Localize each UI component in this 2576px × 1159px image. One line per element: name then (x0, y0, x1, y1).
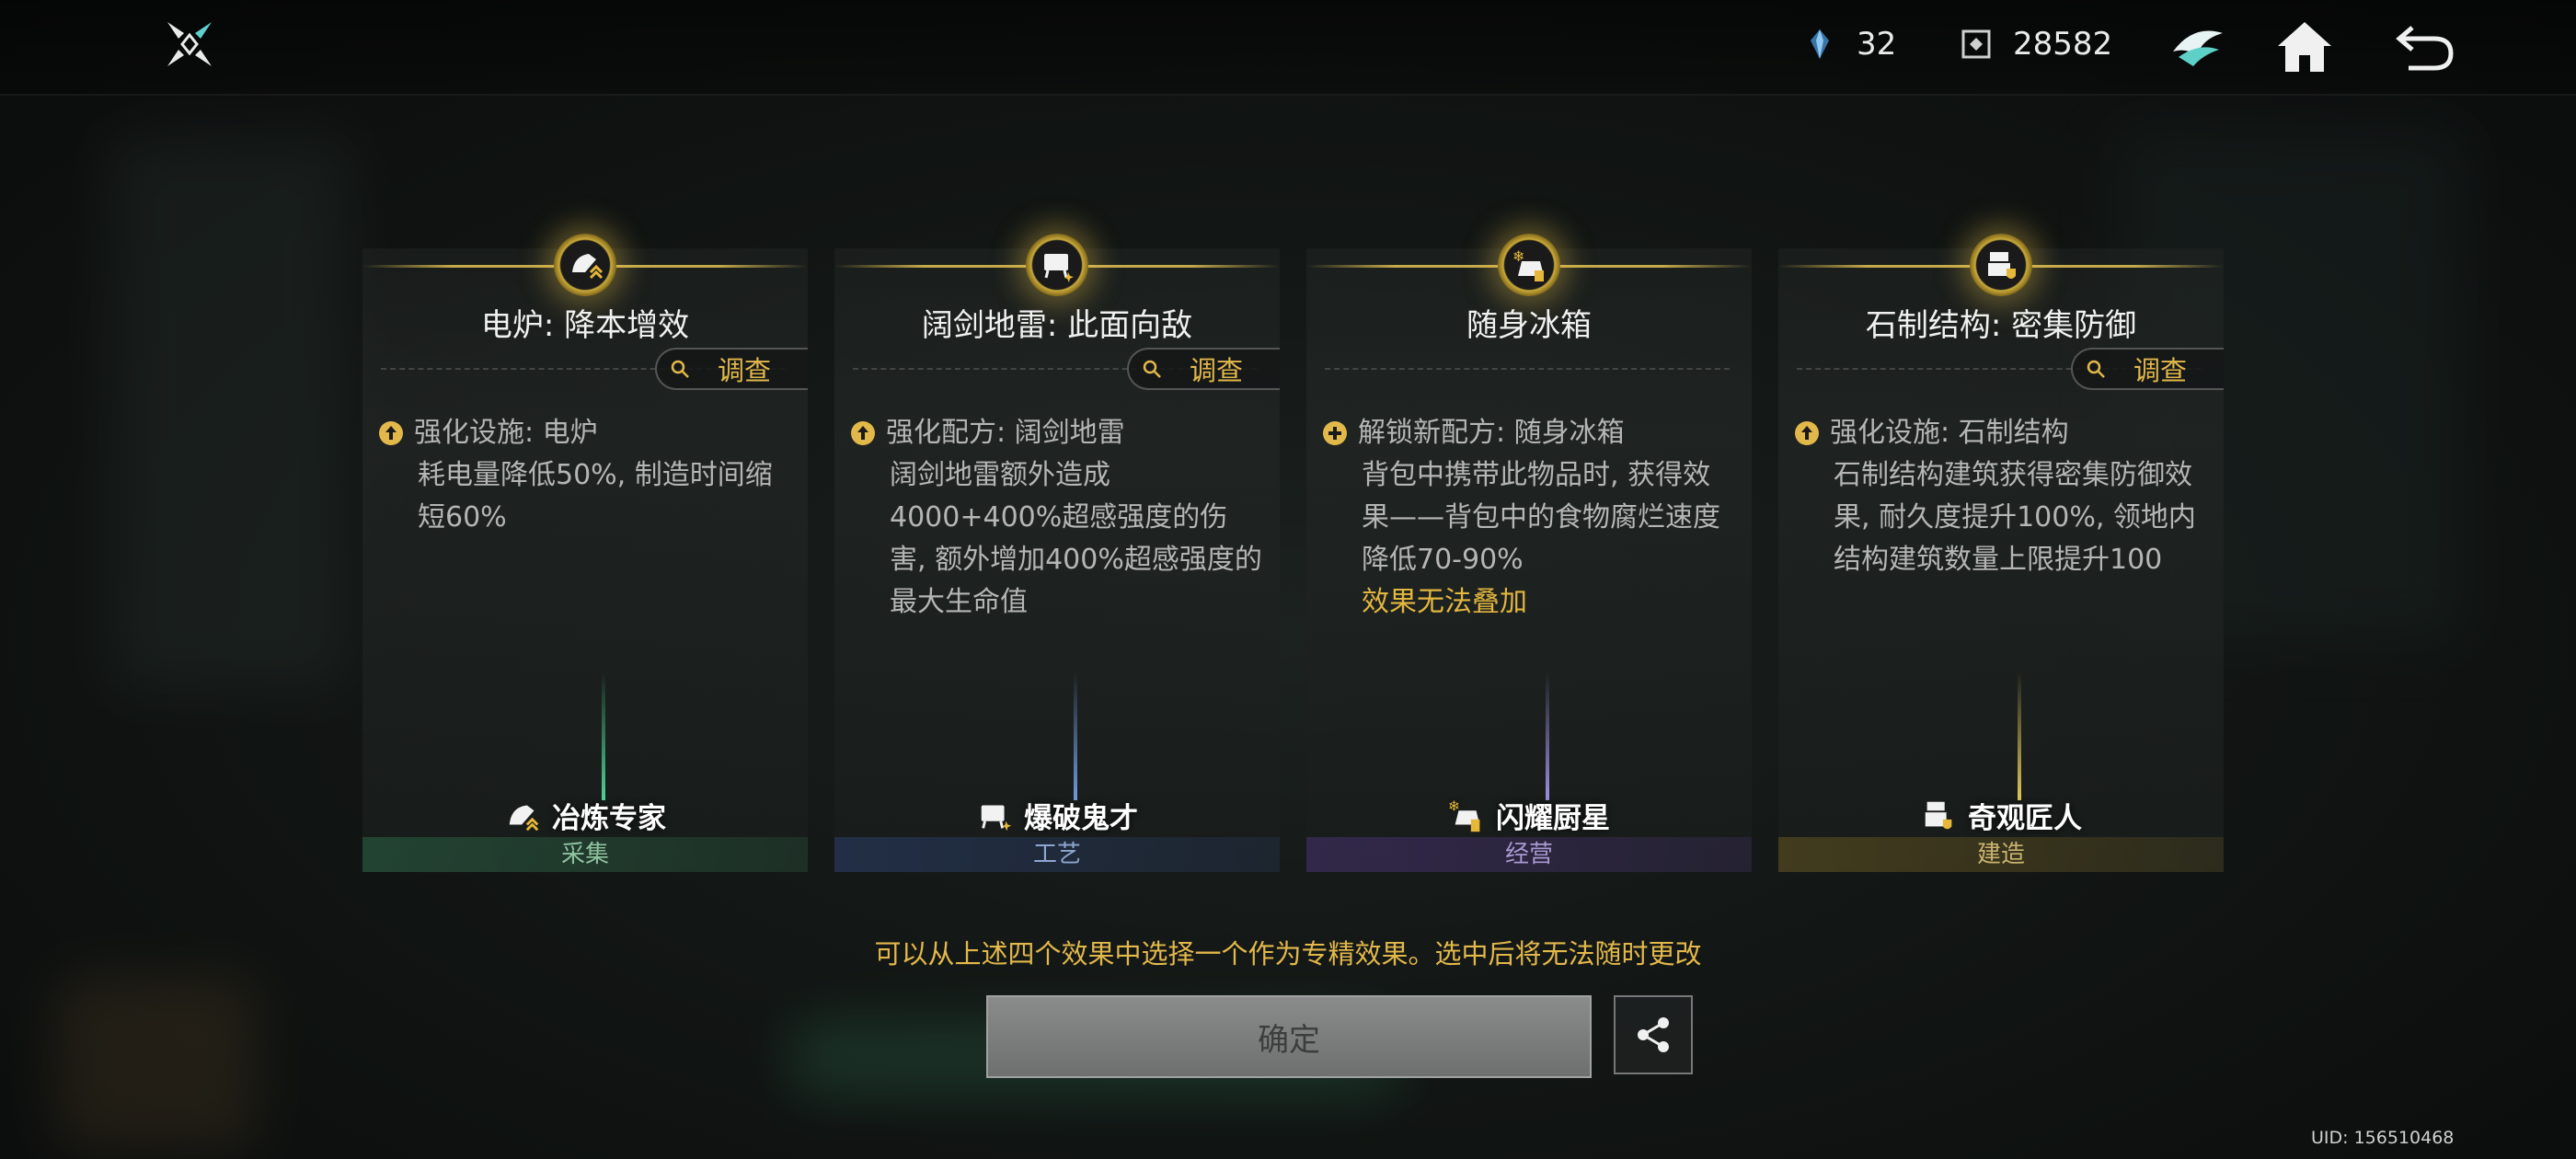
card-title: 电炉: 降本增效 (480, 307, 690, 344)
card-title: 阔剑地雷: 此面向敌 (921, 307, 1193, 344)
fridge-icon: ❄ (1448, 798, 1480, 832)
category-label: 建造 (1778, 837, 2224, 872)
card-description: 强化设施: 电炉 耗电量降低50%, 制造时间缩短60% (377, 412, 791, 539)
token-icon (1961, 29, 1991, 59)
search-icon (1143, 360, 1161, 378)
investigate-button[interactable]: 调查 (655, 348, 808, 390)
selection-notice: 可以从上述四个效果中选择一个作为专精效果。选中后将无法随时更改 (874, 938, 1702, 970)
card-medal: ❄ (1498, 234, 1560, 296)
specialist-title: ❄ 闪耀厨星 (1448, 797, 1610, 835)
mine-icon (1044, 254, 1074, 282)
upgrade-icon (851, 421, 875, 445)
category-label: 经营 (1306, 837, 1752, 872)
game-logo-icon[interactable] (162, 17, 217, 72)
user-id: UID: 156510468 (2311, 1128, 2455, 1148)
background-panel (55, 975, 258, 1150)
card-description: 强化设施: 石制结构 石制结构建筑获得密集防御效果, 耐久度提升100%, 领地… (1793, 412, 2207, 581)
stone-block-icon (1988, 252, 2016, 279)
light-beam (602, 671, 605, 800)
light-beam (1074, 671, 1077, 800)
back-icon[interactable] (2392, 15, 2456, 79)
specialist-title: 爆破鬼才 (834, 795, 1280, 836)
effect-warning: 效果无法叠加 (1362, 586, 1527, 618)
investigate-label: 调查 (718, 355, 772, 386)
effect-head: 强化配方: 阔剑地雷 (886, 417, 1125, 449)
effect-body: 耗电量降低50%, 制造时间缩短60% (418, 459, 773, 534)
card-medal (1970, 234, 2032, 296)
unlock-icon (1323, 421, 1347, 445)
effect-card-fridge[interactable]: ❄ 随身冰箱 解锁新配方: 随身冰箱 背包中携带此物品时, 获得效果——背包中的… (1306, 234, 1752, 872)
confirm-button[interactable]: 确定 (986, 995, 1592, 1078)
card-description: 解锁新配方: 随身冰箱 背包中携带此物品时, 获得效果——背包中的食物腐烂速度降… (1321, 412, 1735, 624)
effect-body: 石制结构建筑获得密集防御效果, 耐久度提升100%, 领地内结构建筑数量上限提升… (1834, 459, 2196, 576)
mine-icon (981, 805, 1012, 831)
fridge-icon: ❄ (1512, 247, 1544, 281)
category-label: 工艺 (834, 837, 1280, 872)
background-panel (110, 138, 350, 690)
card-title: 石制结构: 密集防御 (1865, 307, 2137, 344)
effect-card-stone-structure[interactable]: 石制结构: 密集防御 调查 强化设施: 石制结构 石制结构建筑获得密集防御效果,… (1778, 234, 2224, 872)
furnace-icon (572, 254, 604, 280)
investigate-button[interactable]: 调查 (1127, 348, 1280, 390)
effect-head: 强化设施: 石制结构 (1830, 417, 2069, 449)
upgrade-icon (1795, 421, 1819, 445)
crystal-count: 32 (1857, 26, 1897, 63)
category-label: 采集 (362, 837, 808, 872)
specialist-title: 冶炼专家 (362, 795, 808, 836)
share-button[interactable] (1614, 995, 1693, 1074)
token-counter: 28582 (1958, 26, 2112, 63)
card-medal (554, 234, 616, 296)
investigate-button[interactable]: 调查 (2071, 348, 2224, 390)
card-description: 强化配方: 阔剑地雷 阔剑地雷额外造成4000+400%超感强度的伤害, 额外增… (849, 412, 1263, 624)
effect-body: 阔剑地雷额外造成4000+400%超感强度的伤害, 额外增加400%超感强度的最… (890, 459, 1262, 618)
specialist-title: 奇观匠人 (1778, 795, 2224, 836)
investigate-label: 调查 (1190, 355, 1244, 386)
emblem-icon[interactable] (2166, 15, 2230, 79)
search-icon (671, 360, 689, 378)
furnace-icon (509, 805, 539, 831)
stone-block-icon (1925, 801, 1952, 829)
investigate-label: 调查 (2133, 355, 2188, 386)
top-bar: 32 28582 (0, 0, 2576, 96)
light-beam (1546, 671, 1549, 800)
light-beam (2018, 671, 2021, 800)
search-icon (2087, 360, 2105, 378)
home-icon[interactable] (2272, 15, 2337, 79)
effect-card-furnace[interactable]: 电炉: 降本增效 调查 强化设施: 电炉 耗电量降低50%, 制造时间缩短60%… (362, 234, 808, 872)
card-title: 随身冰箱 (1466, 307, 1592, 344)
crystal-counter: 32 (1801, 26, 1896, 63)
effect-card-claymore[interactable]: 阔剑地雷: 此面向敌 调查 强化配方: 阔剑地雷 阔剑地雷额外造成4000+40… (834, 234, 1280, 872)
divider (1325, 368, 1730, 370)
token-count: 28582 (2013, 26, 2113, 63)
effect-head: 解锁新配方: 随身冰箱 (1358, 417, 1625, 449)
crystal-icon (1811, 29, 1829, 59)
card-medal (1026, 234, 1088, 296)
effect-body: 背包中携带此物品时, 获得效果——背包中的食物腐烂速度降低70-90% (1362, 459, 1720, 576)
svg-text:❄: ❄ (1448, 798, 1460, 814)
effect-head: 强化设施: 电炉 (414, 417, 598, 449)
share-icon (1638, 1017, 1669, 1052)
upgrade-icon (379, 421, 403, 445)
